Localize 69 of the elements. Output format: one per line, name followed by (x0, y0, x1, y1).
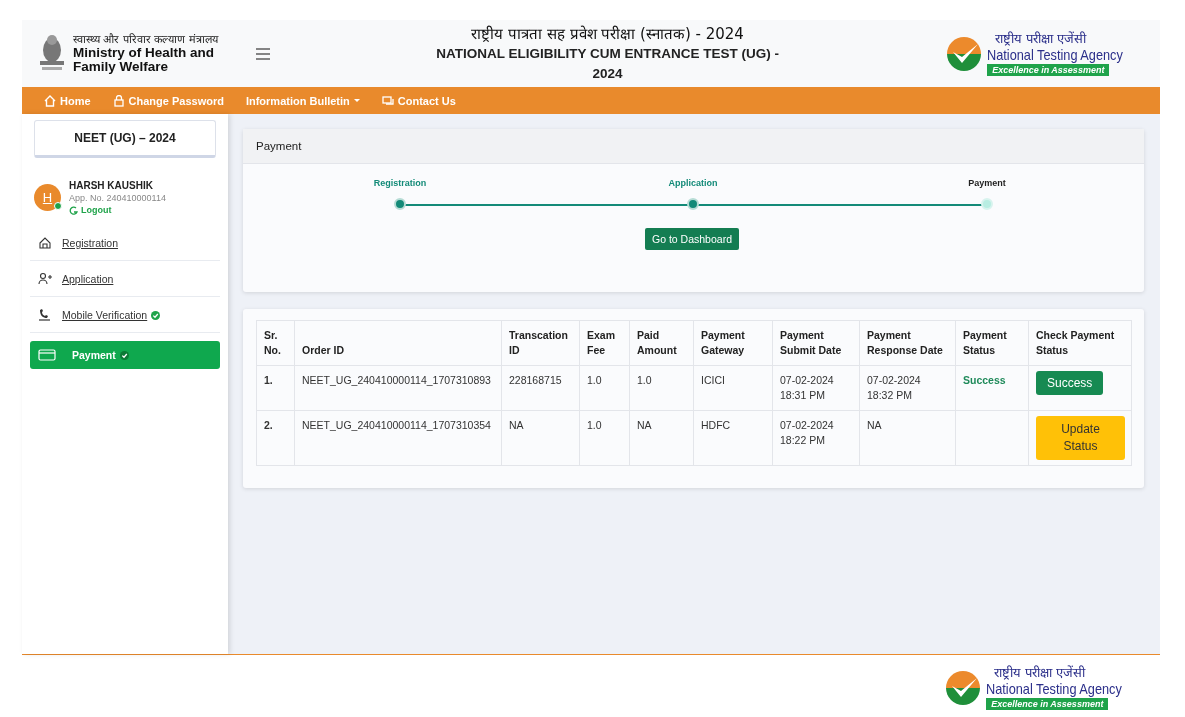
nta-logo-icon (945, 34, 984, 73)
lock-icon (112, 94, 125, 107)
dashboard-button[interactable]: Go to Dashboard (645, 228, 739, 250)
sidebar-item[interactable]: Mobile Verification (30, 298, 220, 333)
caret-icon (353, 99, 360, 102)
logout-icon (69, 205, 78, 215)
nta-logo-icon (944, 669, 983, 707)
chat-icon (381, 94, 394, 107)
nav-link[interactable]: Contact Us (381, 94, 456, 107)
table-cell: 1.0 (579, 410, 630, 466)
ministry-name: Ministry of Health and Family Welfare (73, 46, 215, 74)
table-cell: 1.0 (629, 365, 694, 411)
table-cell: 07-02-2024 18:32 PM (859, 365, 956, 411)
exam-name: NEET (UG) – 2024 (34, 120, 216, 158)
table-cell: 1.0 (579, 365, 630, 411)
sidebar-item[interactable]: Application (30, 262, 220, 297)
agency-hindi-name: राष्ट्रीय परीक्षा एजेंसी (995, 31, 1087, 46)
table-cell: NA (859, 410, 956, 466)
card-title: Payment (243, 129, 1144, 164)
add-user-icon (38, 272, 52, 286)
table-cell: 2. (256, 410, 295, 466)
table-cell: NEET_UG_240410000114_1707310354 (294, 410, 502, 466)
table-cell: NEET_UG_240410000114_1707310893 (294, 365, 502, 411)
success-button[interactable]: Success (1036, 371, 1104, 395)
column-header: Check Payment Status (1028, 320, 1132, 366)
step-label: Registration (373, 178, 427, 188)
column-header: Order ID (294, 320, 502, 366)
table-cell: HDFC (693, 410, 773, 466)
column-header: Payment Response Date (859, 320, 956, 366)
table-cell: 228168715 (501, 365, 580, 411)
update-status-button[interactable]: Update Status (1036, 416, 1125, 460)
agency-name: National Testing Agency (986, 680, 1122, 697)
sidebar-item[interactable]: Payment (30, 341, 220, 369)
application-number: App. No. 240410000114 (69, 193, 166, 203)
column-header: Payment Submit Date (772, 320, 860, 366)
user-name: HARSH KAUSHIK (69, 180, 154, 191)
step-label: Payment (968, 178, 1006, 188)
nav-link[interactable]: Home (44, 94, 91, 107)
card-icon (38, 348, 56, 362)
column-header: Sr. No. (256, 320, 295, 366)
agency-tagline: Excellence in Assessment (987, 63, 1110, 76)
column-header: Payment Gateway (693, 320, 773, 366)
menu-icon[interactable] (256, 46, 270, 61)
home-icon (44, 94, 56, 107)
exam-title: NATIONAL ELIGIBILITY CUM ENTRANCE TEST (UG) - 2024 (435, 44, 780, 83)
agency-hindi-name: राष्ट्रीय परीक्षा एजेंसी (994, 666, 1086, 680)
exam-title-hindi: राष्ट्रीय पात्रता सह प्रवेश परीक्षा (स्नातक) - 2024 (471, 23, 744, 44)
table-cell: 07-02-2024 18:31 PM (772, 365, 860, 411)
home-icon (38, 236, 52, 250)
user-avatar: H (34, 184, 61, 211)
phone-icon (38, 308, 52, 322)
logout-link[interactable]: Logout (69, 205, 166, 215)
ministry-hindi-name: स्वास्थ्य और परिवार कल्याण मंत्रालय (73, 33, 220, 46)
sidebar-item[interactable]: Registration (30, 226, 220, 261)
column-header: Exam Fee (579, 320, 630, 366)
table-cell: NA (629, 410, 694, 466)
column-header: Transcation ID (501, 320, 580, 366)
agency-name: National Testing Agency (987, 45, 1123, 63)
column-header: Paid Amount (629, 320, 694, 366)
nav-link[interactable]: Information Bulletin (245, 94, 360, 107)
step-label: Application (668, 178, 718, 188)
nav-link[interactable]: Change Password (112, 94, 224, 107)
table-cell: ICICI (693, 365, 773, 411)
table-cell: NA (501, 410, 580, 466)
table-cell: 1. (256, 365, 295, 411)
agency-tagline: Excellence in Assessment (986, 698, 1109, 710)
column-header: Payment Status (955, 320, 1029, 366)
payment-status: Success (963, 374, 1006, 386)
table-cell: 07-02-2024 18:22 PM (772, 410, 860, 466)
